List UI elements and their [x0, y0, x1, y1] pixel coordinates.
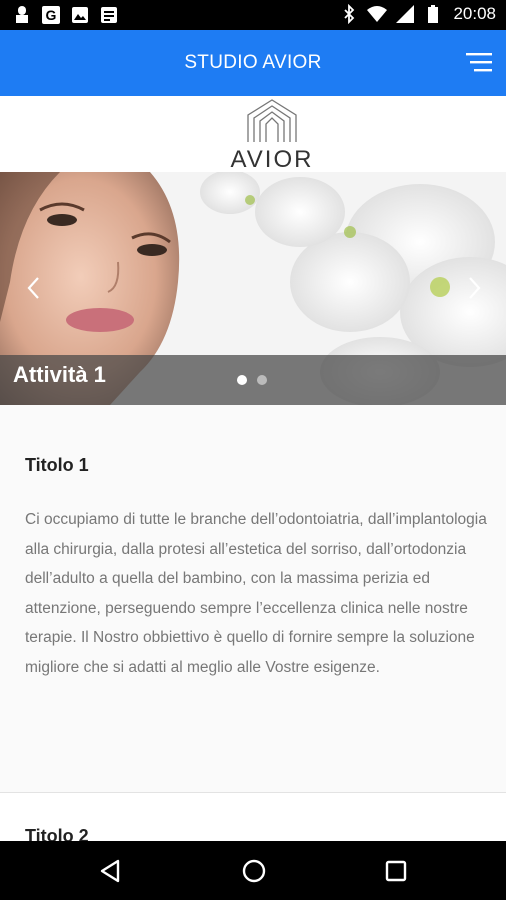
home-icon: [242, 859, 266, 883]
signal-icon: [395, 4, 415, 24]
bluetooth-icon: [339, 4, 359, 24]
menu-icon: [466, 53, 492, 72]
recent-apps-button[interactable]: [380, 855, 412, 887]
section-title: Titolo 1: [25, 455, 89, 475]
notification-icon: [12, 5, 32, 25]
carousel-prev-button[interactable]: [22, 274, 46, 302]
app-title: STUDIO AVIOR: [184, 52, 322, 73]
logo-area: AVIOR: [0, 96, 506, 173]
home-button[interactable]: [238, 855, 270, 887]
carousel-indicators: [237, 375, 267, 385]
chevron-right-icon: [469, 277, 481, 299]
carousel-next-button[interactable]: [462, 274, 486, 302]
back-button[interactable]: [96, 855, 128, 887]
section-body: Ci occupiamo di tutte le branche dell’od…: [25, 511, 487, 676]
g-app-icon: G: [41, 5, 61, 25]
carousel-caption-text: Attività 1: [13, 362, 106, 387]
battery-icon: [423, 4, 443, 24]
section-title: Titolo 2: [25, 826, 89, 841]
avior-logo-icon: [247, 99, 297, 142]
app-bar: STUDIO AVIOR: [0, 30, 506, 96]
carousel-caption: Attività 1: [0, 355, 506, 405]
recent-apps-icon: [385, 860, 407, 882]
svg-text:G: G: [46, 7, 57, 23]
carousel-dot-1[interactable]: [237, 375, 247, 385]
navigation-bar: [0, 841, 506, 900]
back-icon: [100, 859, 120, 883]
section-card: Titolo 2: [0, 793, 506, 841]
carousel-dot-2[interactable]: [257, 375, 267, 385]
status-bar: G 20:08: [0, 0, 506, 30]
image-carousel[interactable]: Attività 1: [0, 172, 506, 405]
status-time: 20:08: [453, 4, 496, 23]
chevron-left-icon: [27, 277, 39, 299]
wifi-icon: [367, 4, 388, 24]
news-icon: [99, 5, 119, 25]
logo-text: AVIOR: [230, 146, 314, 173]
content-area: Titolo 1 Ci occupiamo di tutte le branch…: [0, 405, 506, 841]
image-icon: [70, 5, 90, 25]
menu-button[interactable]: [464, 49, 494, 77]
